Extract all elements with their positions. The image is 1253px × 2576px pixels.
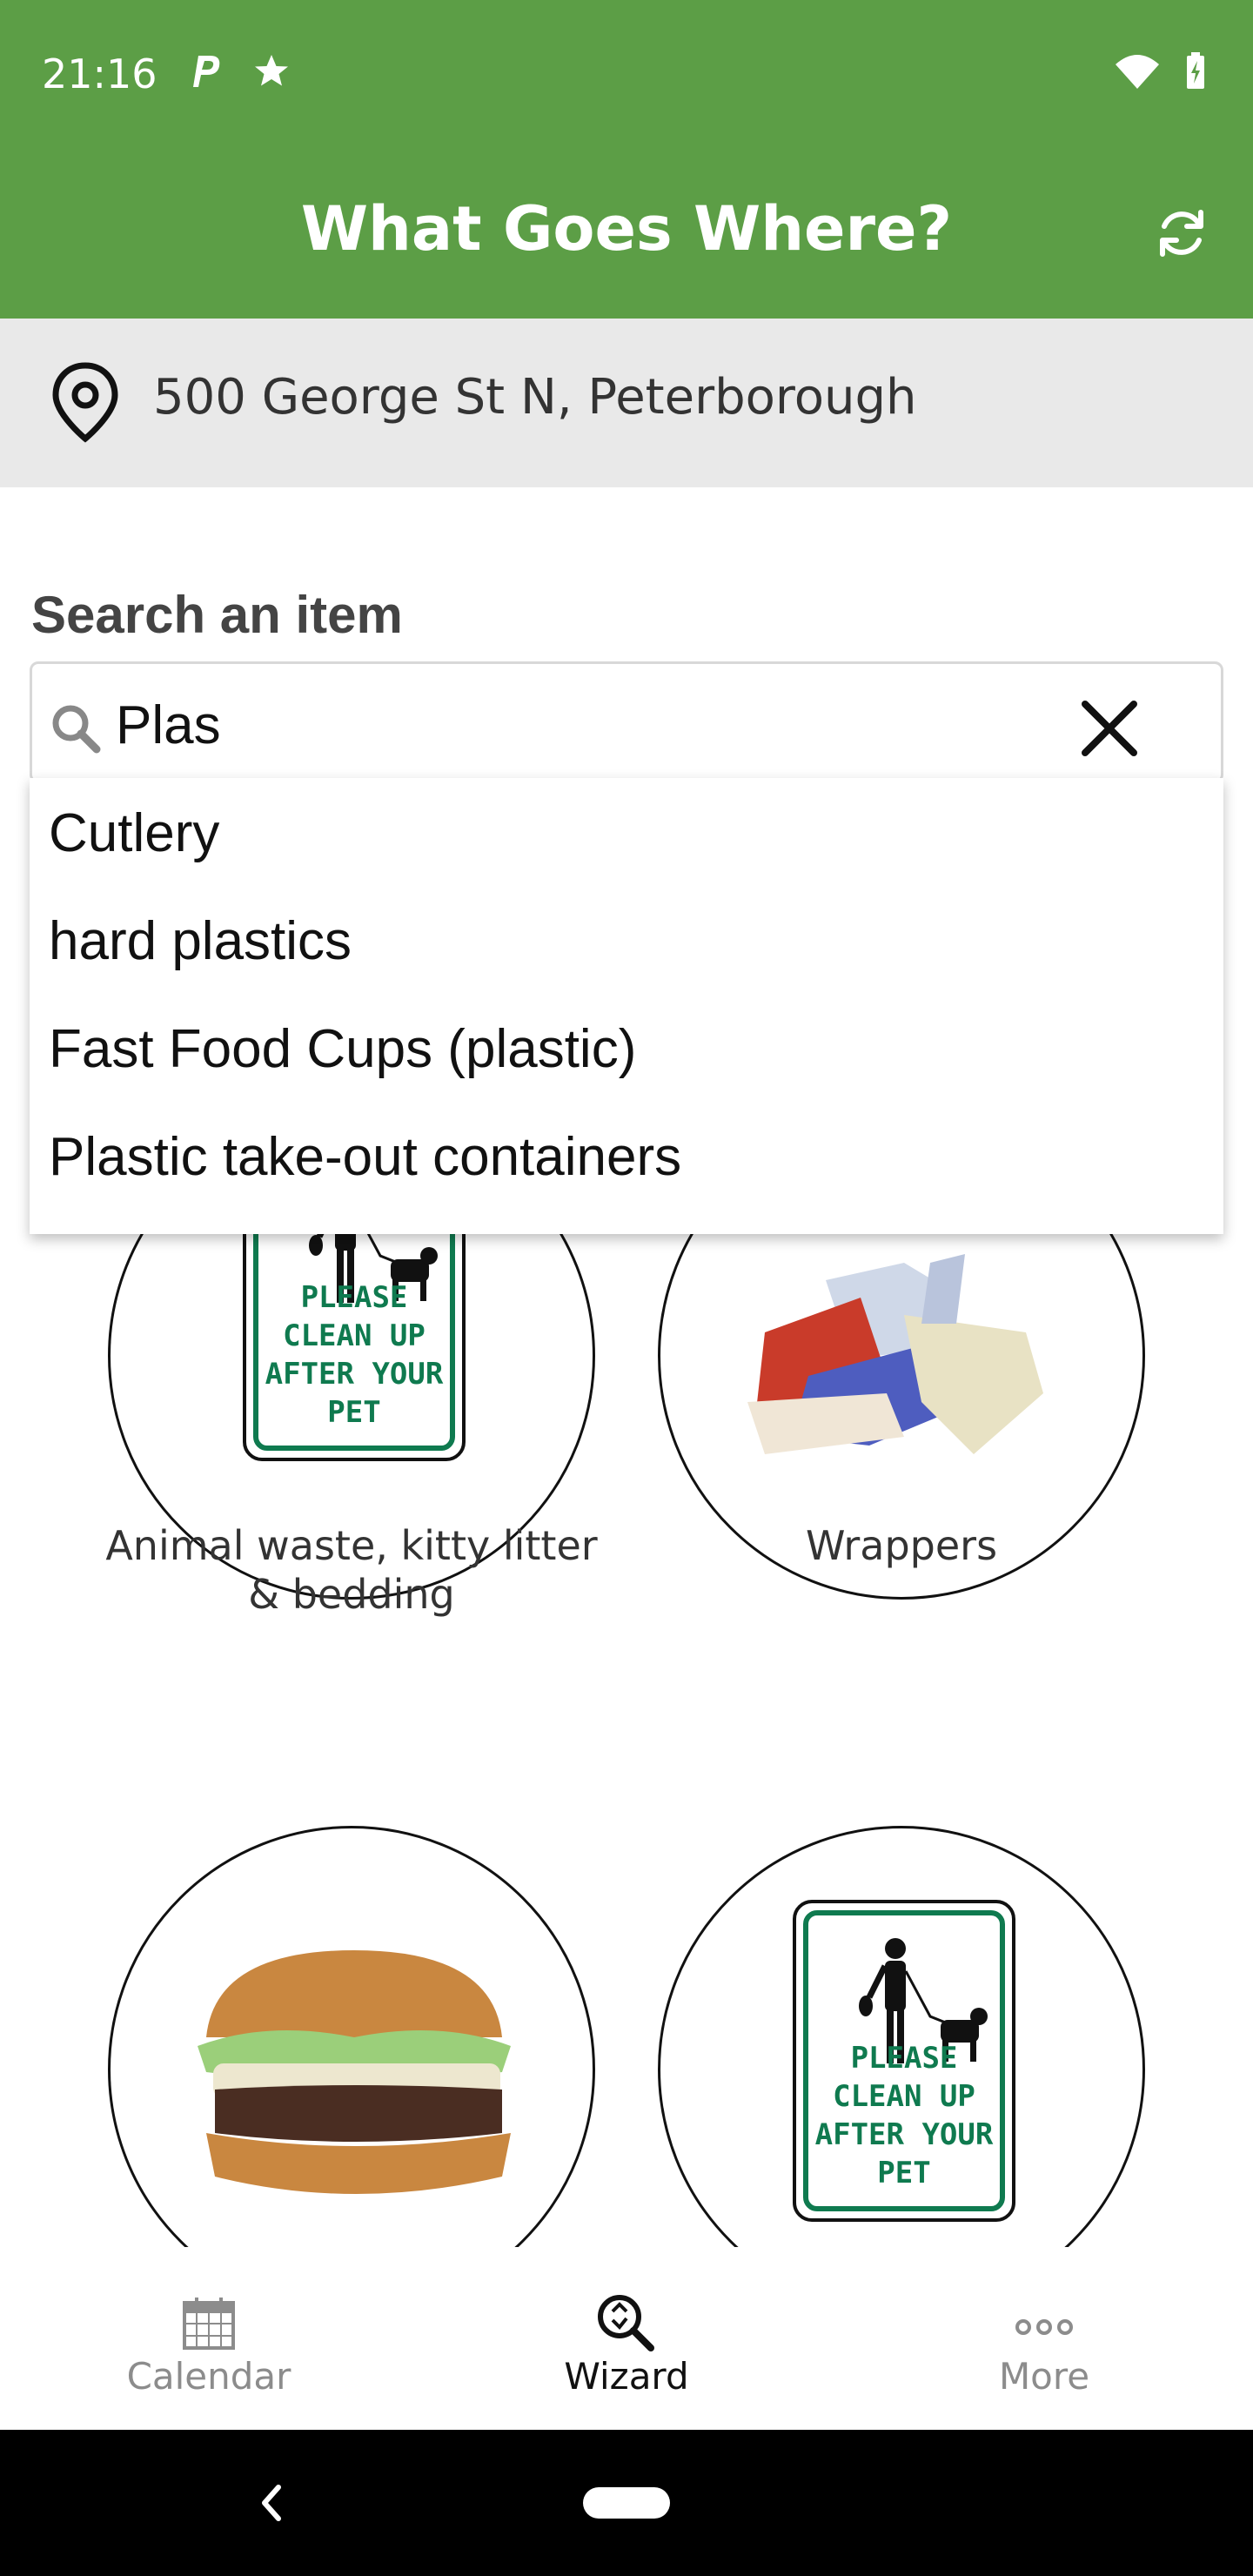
pet-sign-image: PLEASE CLEAN UP AFTER YOUR PET <box>243 1234 466 1461</box>
parking-notification-icon <box>193 56 220 87</box>
nav-wizard-label: Wizard <box>564 2355 689 2398</box>
search-label: Search an item <box>31 586 403 644</box>
location-address: 500 George St N, Peterborough <box>153 369 917 426</box>
item-image-circle: PLEASE CLEAN UP AFTER YOUR PET <box>658 1826 1145 2247</box>
suggestion-item[interactable]: Fast Food Cups (plastic) <box>49 1018 1197 1105</box>
item-caption: Animal waste, kitty litter & bedding <box>105 1522 598 1618</box>
pet-sign-text: PLEASE CLEAN UP AFTER YOUR PET <box>265 1280 444 1430</box>
nav-calendar[interactable]: Calendar <box>0 2247 418 2430</box>
items-grid: PLEASE CLEAN UP AFTER YOUR PET Animal wa… <box>0 1234 1253 2247</box>
system-navigation-bar <box>0 2430 1253 2576</box>
bottom-navigation: Calendar Wizard More <box>0 2247 1253 2430</box>
star-notification-icon <box>255 55 288 86</box>
item-image-circle <box>108 1826 595 2247</box>
suggestion-item[interactable]: Cutlery <box>49 802 1197 889</box>
wizard-search-icon <box>598 2295 654 2351</box>
location-pin-icon <box>52 362 118 443</box>
nav-more-label: More <box>998 2355 1090 2398</box>
search-box <box>30 661 1223 783</box>
refresh-button[interactable] <box>1147 198 1216 268</box>
suggestion-item[interactable]: hard plastics <box>49 910 1197 997</box>
page-title: What Goes Where? <box>300 193 953 265</box>
suggestion-item[interactable]: Plastic take-out containers <box>49 1126 1197 1213</box>
pet-sign-text: PLEASE CLEAN UP AFTER YOUR PET <box>814 2041 994 2190</box>
clear-search-icon[interactable] <box>1076 695 1142 761</box>
calendar-icon <box>183 2298 235 2350</box>
home-pill[interactable] <box>583 2487 670 2519</box>
back-icon[interactable] <box>252 2475 287 2531</box>
location-bar[interactable]: 500 George St N, Peterborough <box>0 319 1253 487</box>
more-dots-icon <box>1015 2319 1073 2335</box>
pet-sign-image: PLEASE CLEAN UP AFTER YOUR PET <box>793 1900 1015 2222</box>
search-suggestions-dropdown: Cutlery hard plastics Fast Food Cups (pl… <box>30 778 1223 1234</box>
burger-image <box>198 1950 511 2194</box>
search-input[interactable] <box>116 690 1038 760</box>
item-caption: Wrappers <box>805 1522 998 1569</box>
nav-wizard[interactable]: Wizard <box>418 2247 835 2430</box>
search-icon <box>52 705 101 754</box>
app-toolbar: What Goes Where? <box>0 148 1253 319</box>
status-time: 21:16 <box>42 50 157 97</box>
battery-charging-icon <box>1187 52 1204 89</box>
wifi-icon <box>1116 55 1159 89</box>
status-bar: 21:16 <box>0 0 1253 148</box>
nav-calendar-label: Calendar <box>126 2355 291 2398</box>
refresh-icon <box>1160 210 1203 257</box>
nav-more[interactable]: More <box>835 2247 1253 2430</box>
